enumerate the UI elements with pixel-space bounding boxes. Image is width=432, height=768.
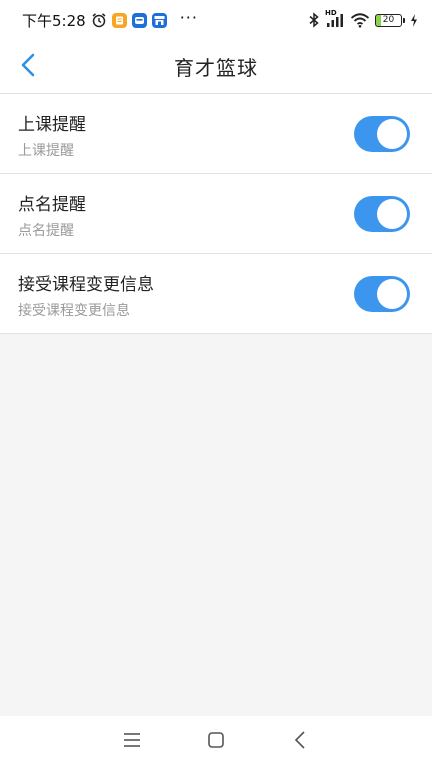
battery-level: 20 bbox=[382, 15, 395, 25]
page-title: 育才篮球 bbox=[174, 56, 258, 80]
wifi-icon bbox=[350, 12, 370, 28]
system-nav-bar bbox=[0, 716, 432, 768]
setting-subtitle: 接受课程变更信息 bbox=[18, 303, 130, 319]
setting-subtitle: 上课提醒 bbox=[18, 143, 74, 159]
home-button[interactable] bbox=[196, 722, 236, 762]
setting-subtitle: 点名提醒 bbox=[18, 223, 74, 239]
menu-icon bbox=[123, 732, 141, 752]
toggle-knob bbox=[377, 199, 407, 229]
status-more-indicator: ··· bbox=[179, 8, 198, 27]
status-right: HD 20 bbox=[308, 9, 418, 28]
status-left: 下午5:28 ··· bbox=[22, 8, 198, 31]
course-change-toggle[interactable] bbox=[354, 276, 410, 312]
status-bar: 下午5:28 ··· HD 20 bbox=[0, 0, 432, 40]
signal-icon: HD bbox=[325, 9, 345, 28]
back-button[interactable] bbox=[8, 46, 48, 88]
back-icon bbox=[294, 731, 306, 753]
system-back-button[interactable] bbox=[280, 722, 320, 762]
settings-list: 上课提醒 上课提醒 点名提醒 点名提醒 接受课程变更信息 接受课程变更信息 bbox=[0, 94, 432, 334]
notes-app-icon bbox=[111, 12, 127, 28]
menu-button[interactable] bbox=[112, 722, 152, 762]
charging-icon bbox=[410, 13, 418, 27]
setting-title: 接受课程变更信息 bbox=[18, 275, 154, 295]
notification-settings-screen: 下午5:28 ··· HD 20 育才篮球 上课提醒 上课提醒 点名提醒 点名提… bbox=[0, 0, 432, 768]
bluetooth-icon bbox=[308, 12, 320, 28]
setting-title: 上课提醒 bbox=[18, 115, 86, 135]
home-icon bbox=[207, 731, 225, 753]
setting-title: 点名提醒 bbox=[18, 195, 86, 215]
roll-call-reminder-toggle[interactable] bbox=[354, 196, 410, 232]
status-time: 下午5:28 bbox=[22, 11, 86, 30]
network-badge: HD bbox=[325, 9, 337, 17]
class-reminder-toggle[interactable] bbox=[354, 116, 410, 152]
toggle-knob bbox=[377, 279, 407, 309]
setting-row-roll-call-reminder: 点名提醒 点名提醒 bbox=[0, 174, 432, 254]
setting-row-class-reminder: 上课提醒 上课提醒 bbox=[0, 94, 432, 174]
battery-cap bbox=[403, 17, 405, 23]
toggle-knob bbox=[377, 119, 407, 149]
chevron-left-icon bbox=[20, 52, 36, 82]
nav-bar: 育才篮球 bbox=[0, 40, 432, 94]
battery-icon: 20 bbox=[375, 13, 402, 27]
setting-row-course-change: 接受课程变更信息 接受课程变更信息 bbox=[0, 254, 432, 334]
alarm-icon bbox=[91, 12, 107, 28]
message-app-icon bbox=[131, 12, 147, 28]
store-app-icon bbox=[151, 12, 167, 28]
